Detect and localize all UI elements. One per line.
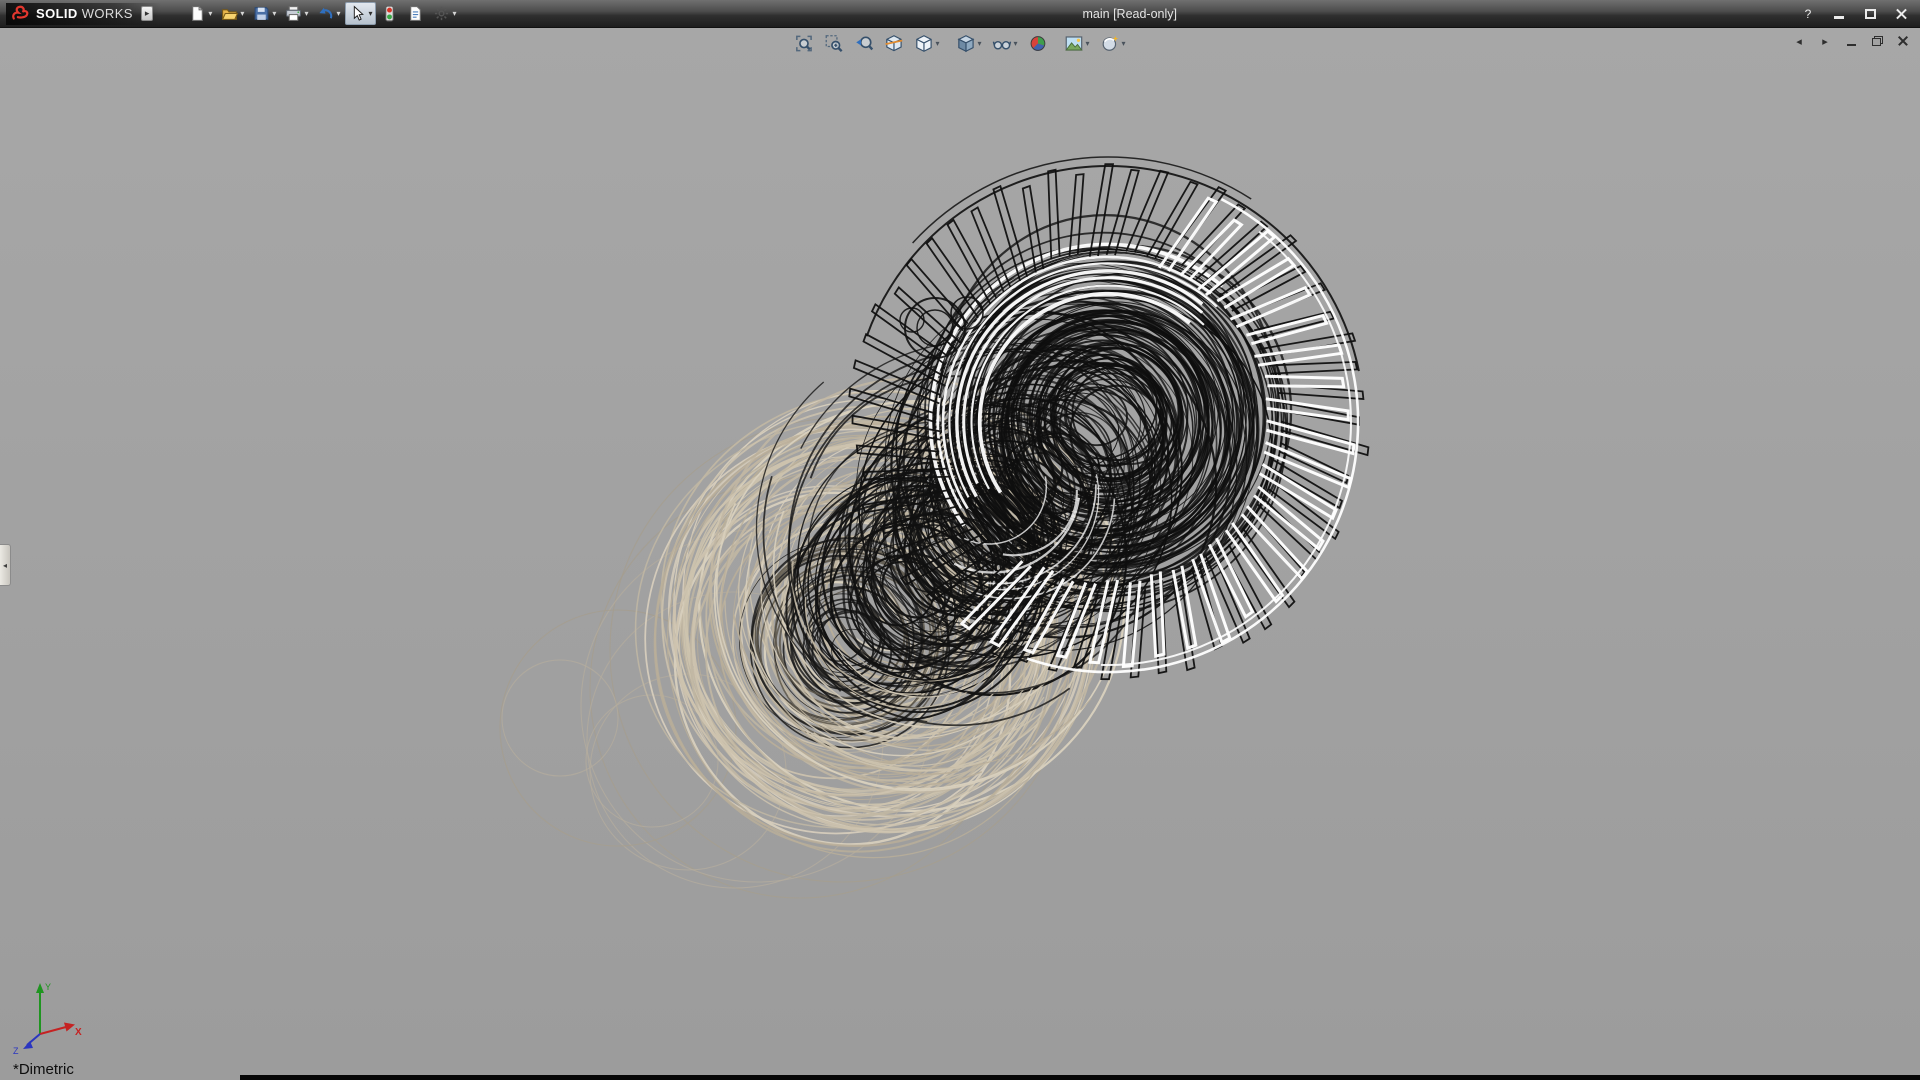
print-button[interactable]: ▾ <box>281 2 312 25</box>
triad-z-label: Z <box>13 1046 19 1056</box>
save-button[interactable]: ▾ <box>249 2 280 25</box>
options-icon <box>433 5 450 22</box>
open-dropdown-caret[interactable]: ▾ <box>240 10 244 18</box>
document-minimize-button[interactable] <box>1843 34 1859 48</box>
zoom-to-area-button[interactable] <box>820 31 847 56</box>
menu-bar-toolbar: ▾ ▾ ▾ ▾ ▾ ▾ ▾ <box>185 2 460 25</box>
save-dropdown-caret[interactable]: ▾ <box>272 10 276 18</box>
solidworks-app-window: SOLIDWORKS ▸ ▾▾▾▾▾▾▾ main [Read-only] ? … <box>0 0 1920 1080</box>
document-window-controls: ◂ ▸ <box>1791 34 1911 48</box>
taskbar-edge <box>240 1075 1920 1080</box>
zoom-to-fit-icon <box>794 34 813 53</box>
view-orientation-label: *Dimetric <box>13 1061 74 1078</box>
hide-show-items-button[interactable]: ▾ <box>988 31 1021 56</box>
undo-button[interactable]: ▾ <box>313 2 344 25</box>
apply-scene-icon <box>1065 34 1084 53</box>
hide-show-items-dropdown-caret[interactable]: ▾ <box>1013 40 1017 48</box>
select-icon <box>349 5 366 22</box>
collapse-arrow-icon: ◂ <box>3 561 7 570</box>
triad-y-label: Y <box>45 982 51 992</box>
brand-name-light: WORKS <box>82 6 133 21</box>
new-button[interactable]: ▾ <box>185 2 216 25</box>
previous-view-button[interactable] <box>850 31 877 56</box>
document-restore-button[interactable] <box>1869 34 1885 48</box>
triad-y-axis: Y <box>36 982 51 1034</box>
select-dropdown-caret[interactable]: ▾ <box>368 10 372 18</box>
engine-wireframe-group <box>500 157 1368 931</box>
section-view-button[interactable] <box>880 31 907 56</box>
edit-appearance-button[interactable] <box>1025 31 1052 56</box>
print-icon <box>285 5 302 22</box>
file-properties-icon <box>407 5 424 22</box>
print-dropdown-caret[interactable]: ▾ <box>304 10 308 18</box>
new-dropdown-caret[interactable]: ▾ <box>208 10 212 18</box>
apply-scene-button[interactable]: ▾ <box>1061 31 1094 56</box>
select-button[interactable]: ▾ <box>345 2 376 25</box>
ds-logo-icon <box>10 5 32 23</box>
display-style-button[interactable]: ▾ <box>952 31 985 56</box>
apply-scene-dropdown-caret[interactable]: ▾ <box>1086 40 1090 48</box>
section-view-icon <box>884 34 903 53</box>
document-restore-icon <box>1872 36 1883 46</box>
hide-show-items-icon <box>992 34 1011 53</box>
next-pane-button[interactable]: ▸ <box>1817 34 1833 48</box>
zoom-to-area-icon <box>824 34 843 53</box>
view-orientation-dropdown-caret[interactable]: ▾ <box>935 40 939 48</box>
maximize-icon <box>1865 9 1876 19</box>
document-title: main [Read-only] <box>461 7 1800 21</box>
zoom-to-fit-button[interactable] <box>790 31 817 56</box>
help-icon: ? <box>1805 7 1812 21</box>
previous-pane-icon: ◂ <box>1796 35 1802 48</box>
featuremanager-collapsed-tab[interactable]: ◂ <box>0 544 11 586</box>
minimize-button[interactable] <box>1830 6 1848 22</box>
undo-dropdown-caret[interactable]: ▾ <box>336 10 340 18</box>
minimize-icon <box>1834 16 1844 19</box>
heads-up-view-toolbar: ▾ ▾ ▾ ▾ ▾ <box>790 31 1129 56</box>
maximize-button[interactable] <box>1861 6 1879 22</box>
view-orientation-button[interactable]: ▾ <box>910 31 943 56</box>
document-close-icon <box>1898 36 1908 46</box>
window-controls: ? <box>1799 6 1912 22</box>
display-style-icon <box>956 34 975 53</box>
solidworks-menu-button[interactable]: SOLID WORKS ▸ <box>6 3 161 25</box>
new-icon <box>189 5 206 22</box>
title-bar: SOLID WORKS ▸ ▾ ▾ ▾ ▾ ▾ ▾ ▾ main [Read-only] ? <box>0 0 1920 28</box>
previous-view-icon <box>854 34 873 53</box>
brand-name-bold: SOLID <box>36 6 78 21</box>
next-pane-icon: ▸ <box>1822 35 1828 48</box>
file-properties-button[interactable] <box>403 2 428 25</box>
open-button[interactable]: ▾ <box>217 2 248 25</box>
help-button[interactable]: ? <box>1799 6 1817 22</box>
previous-pane-button[interactable]: ◂ <box>1791 34 1807 48</box>
display-style-dropdown-caret[interactable]: ▾ <box>977 40 981 48</box>
rebuild-icon <box>381 5 398 22</box>
triad-x-axis: X <box>40 1023 82 1039</box>
menu-expand-arrow-icon[interactable]: ▸ <box>141 6 154 21</box>
save-icon <box>253 5 270 22</box>
rebuild-button[interactable] <box>377 2 402 25</box>
view-settings-dropdown-caret[interactable]: ▾ <box>1122 40 1126 48</box>
view-settings-icon <box>1101 34 1120 53</box>
open-icon <box>221 5 238 22</box>
model-wireframe-jet-engine[interactable] <box>0 28 1920 1080</box>
undo-icon <box>317 5 334 22</box>
edit-appearance-icon <box>1029 34 1048 53</box>
close-icon <box>1896 8 1907 19</box>
close-button[interactable] <box>1892 6 1910 22</box>
view-orientation-icon <box>914 34 933 53</box>
options-button[interactable]: ▾ <box>429 2 460 25</box>
view-settings-button[interactable]: ▾ <box>1097 31 1130 56</box>
graphics-viewport[interactable]: ▾ ▾ ▾ ▾ ▾ ◂ ▸ ◂ Y X Z <box>0 28 1920 1080</box>
document-minimize-icon <box>1847 44 1856 46</box>
triad-z-axis: Z <box>13 1034 40 1056</box>
options-dropdown-caret[interactable]: ▾ <box>452 10 456 18</box>
orientation-triad[interactable]: Y X Z <box>6 972 90 1056</box>
document-close-button[interactable] <box>1895 34 1911 48</box>
triad-x-label: X <box>75 1027 82 1038</box>
